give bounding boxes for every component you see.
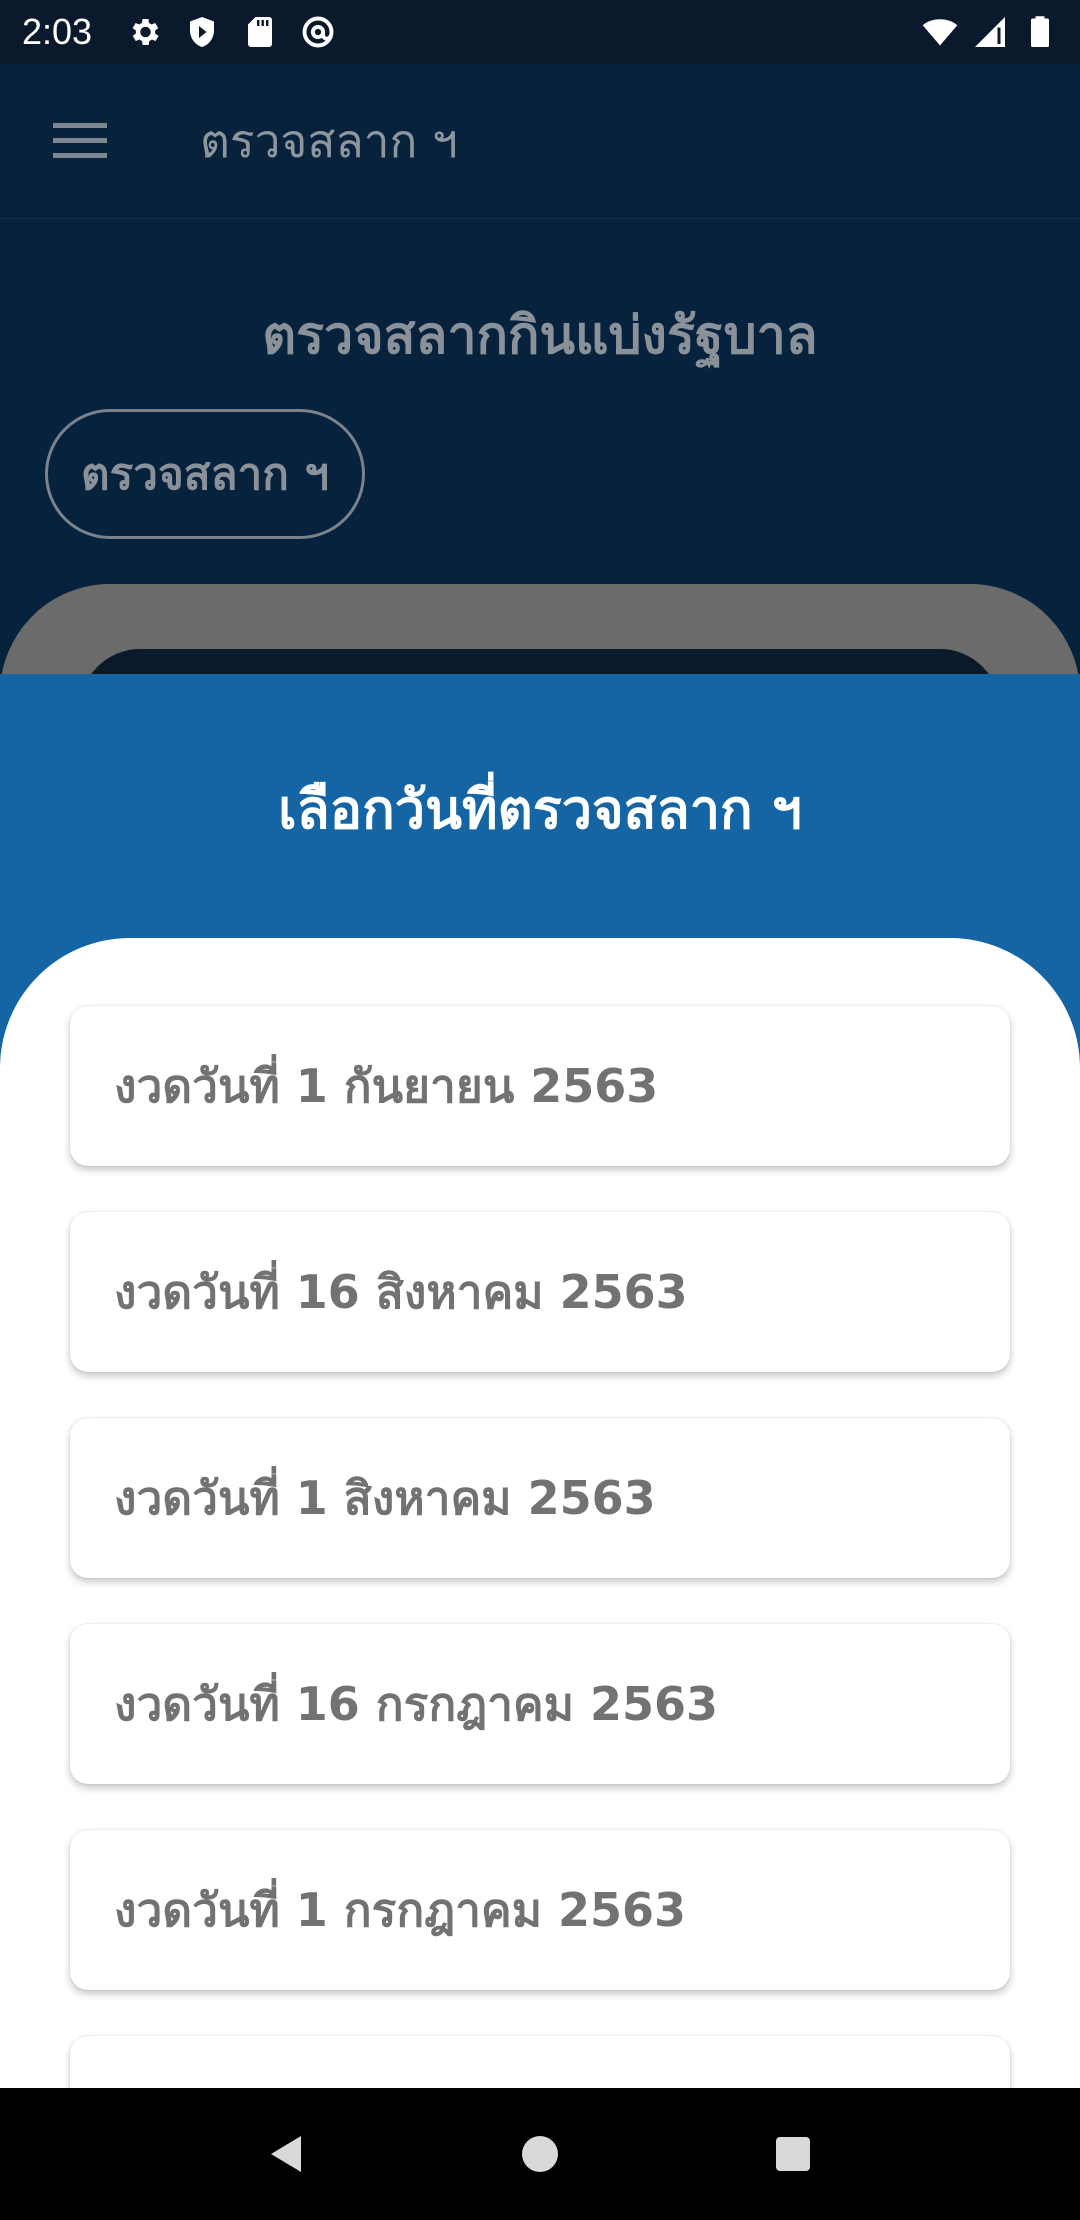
draw-item[interactable]: งวดวันที่ 1 กรกฎาคม 2563 bbox=[70, 1830, 1010, 1990]
draw-item[interactable]: งวดวันที่ 1 สิงหาคม 2563 bbox=[70, 1418, 1010, 1578]
sd-card-icon bbox=[242, 14, 278, 50]
app-bar: ตรวจสลาก ฯ bbox=[0, 64, 1080, 219]
menu-button[interactable] bbox=[0, 64, 160, 219]
back-icon bbox=[270, 2136, 301, 2172]
status-bar: 2:03 bbox=[0, 0, 1080, 64]
check-lottery-button[interactable]: ตรวจสลาก ฯ bbox=[45, 409, 365, 539]
draw-item[interactable]: งวดวันที่ 16 สิงหาคม 2563 bbox=[70, 1212, 1010, 1372]
shield-icon bbox=[184, 14, 220, 50]
settings-icon bbox=[126, 14, 162, 50]
recents-icon bbox=[776, 2137, 811, 2171]
back-button[interactable] bbox=[247, 2114, 327, 2194]
home-icon bbox=[521, 2136, 558, 2172]
sheet-title: เลือกวันที่ตรวจสลาก ฯ bbox=[278, 778, 802, 841]
sheet-body: งวดวันที่ 1 กันยายน 2563 งวดวันที่ 16 สิ… bbox=[0, 938, 1080, 2088]
draw-item[interactable]: งวดวันที่ 1 กันยายน 2563 bbox=[70, 1006, 1010, 1166]
home-button[interactable] bbox=[500, 2114, 580, 2194]
app-title: ตรวจสลาก ฯ bbox=[200, 113, 458, 168]
main-heading: ตรวจสลากกินแบ่งรัฐบาล bbox=[262, 306, 818, 366]
status-icons-left bbox=[126, 14, 336, 50]
cellular-signal-icon bbox=[972, 14, 1008, 50]
wifi-icon bbox=[922, 14, 958, 50]
draw-item[interactable] bbox=[70, 2036, 1010, 2088]
draw-list: งวดวันที่ 1 กันยายน 2563 งวดวันที่ 16 สิ… bbox=[70, 1006, 1010, 2088]
main-content: ตรวจสลากกินแบ่งรัฐบาล ตรวจสลาก ฯ bbox=[0, 219, 1080, 809]
status-time: 2:03 bbox=[22, 11, 93, 52]
at-sign-icon bbox=[300, 14, 336, 50]
draw-item[interactable]: งวดวันที่ 16 กรกฎาคม 2563 bbox=[70, 1624, 1010, 1784]
navigation-bar bbox=[0, 2088, 1080, 2220]
status-icons-right bbox=[922, 14, 1058, 50]
recents-button[interactable] bbox=[753, 2114, 833, 2194]
battery-icon bbox=[1022, 14, 1058, 50]
hamburger-menu-icon bbox=[53, 123, 107, 158]
date-picker-sheet: เลือกวันที่ตรวจสลาก ฯ งวดวันที่ 1 กันยาย… bbox=[0, 674, 1080, 2088]
